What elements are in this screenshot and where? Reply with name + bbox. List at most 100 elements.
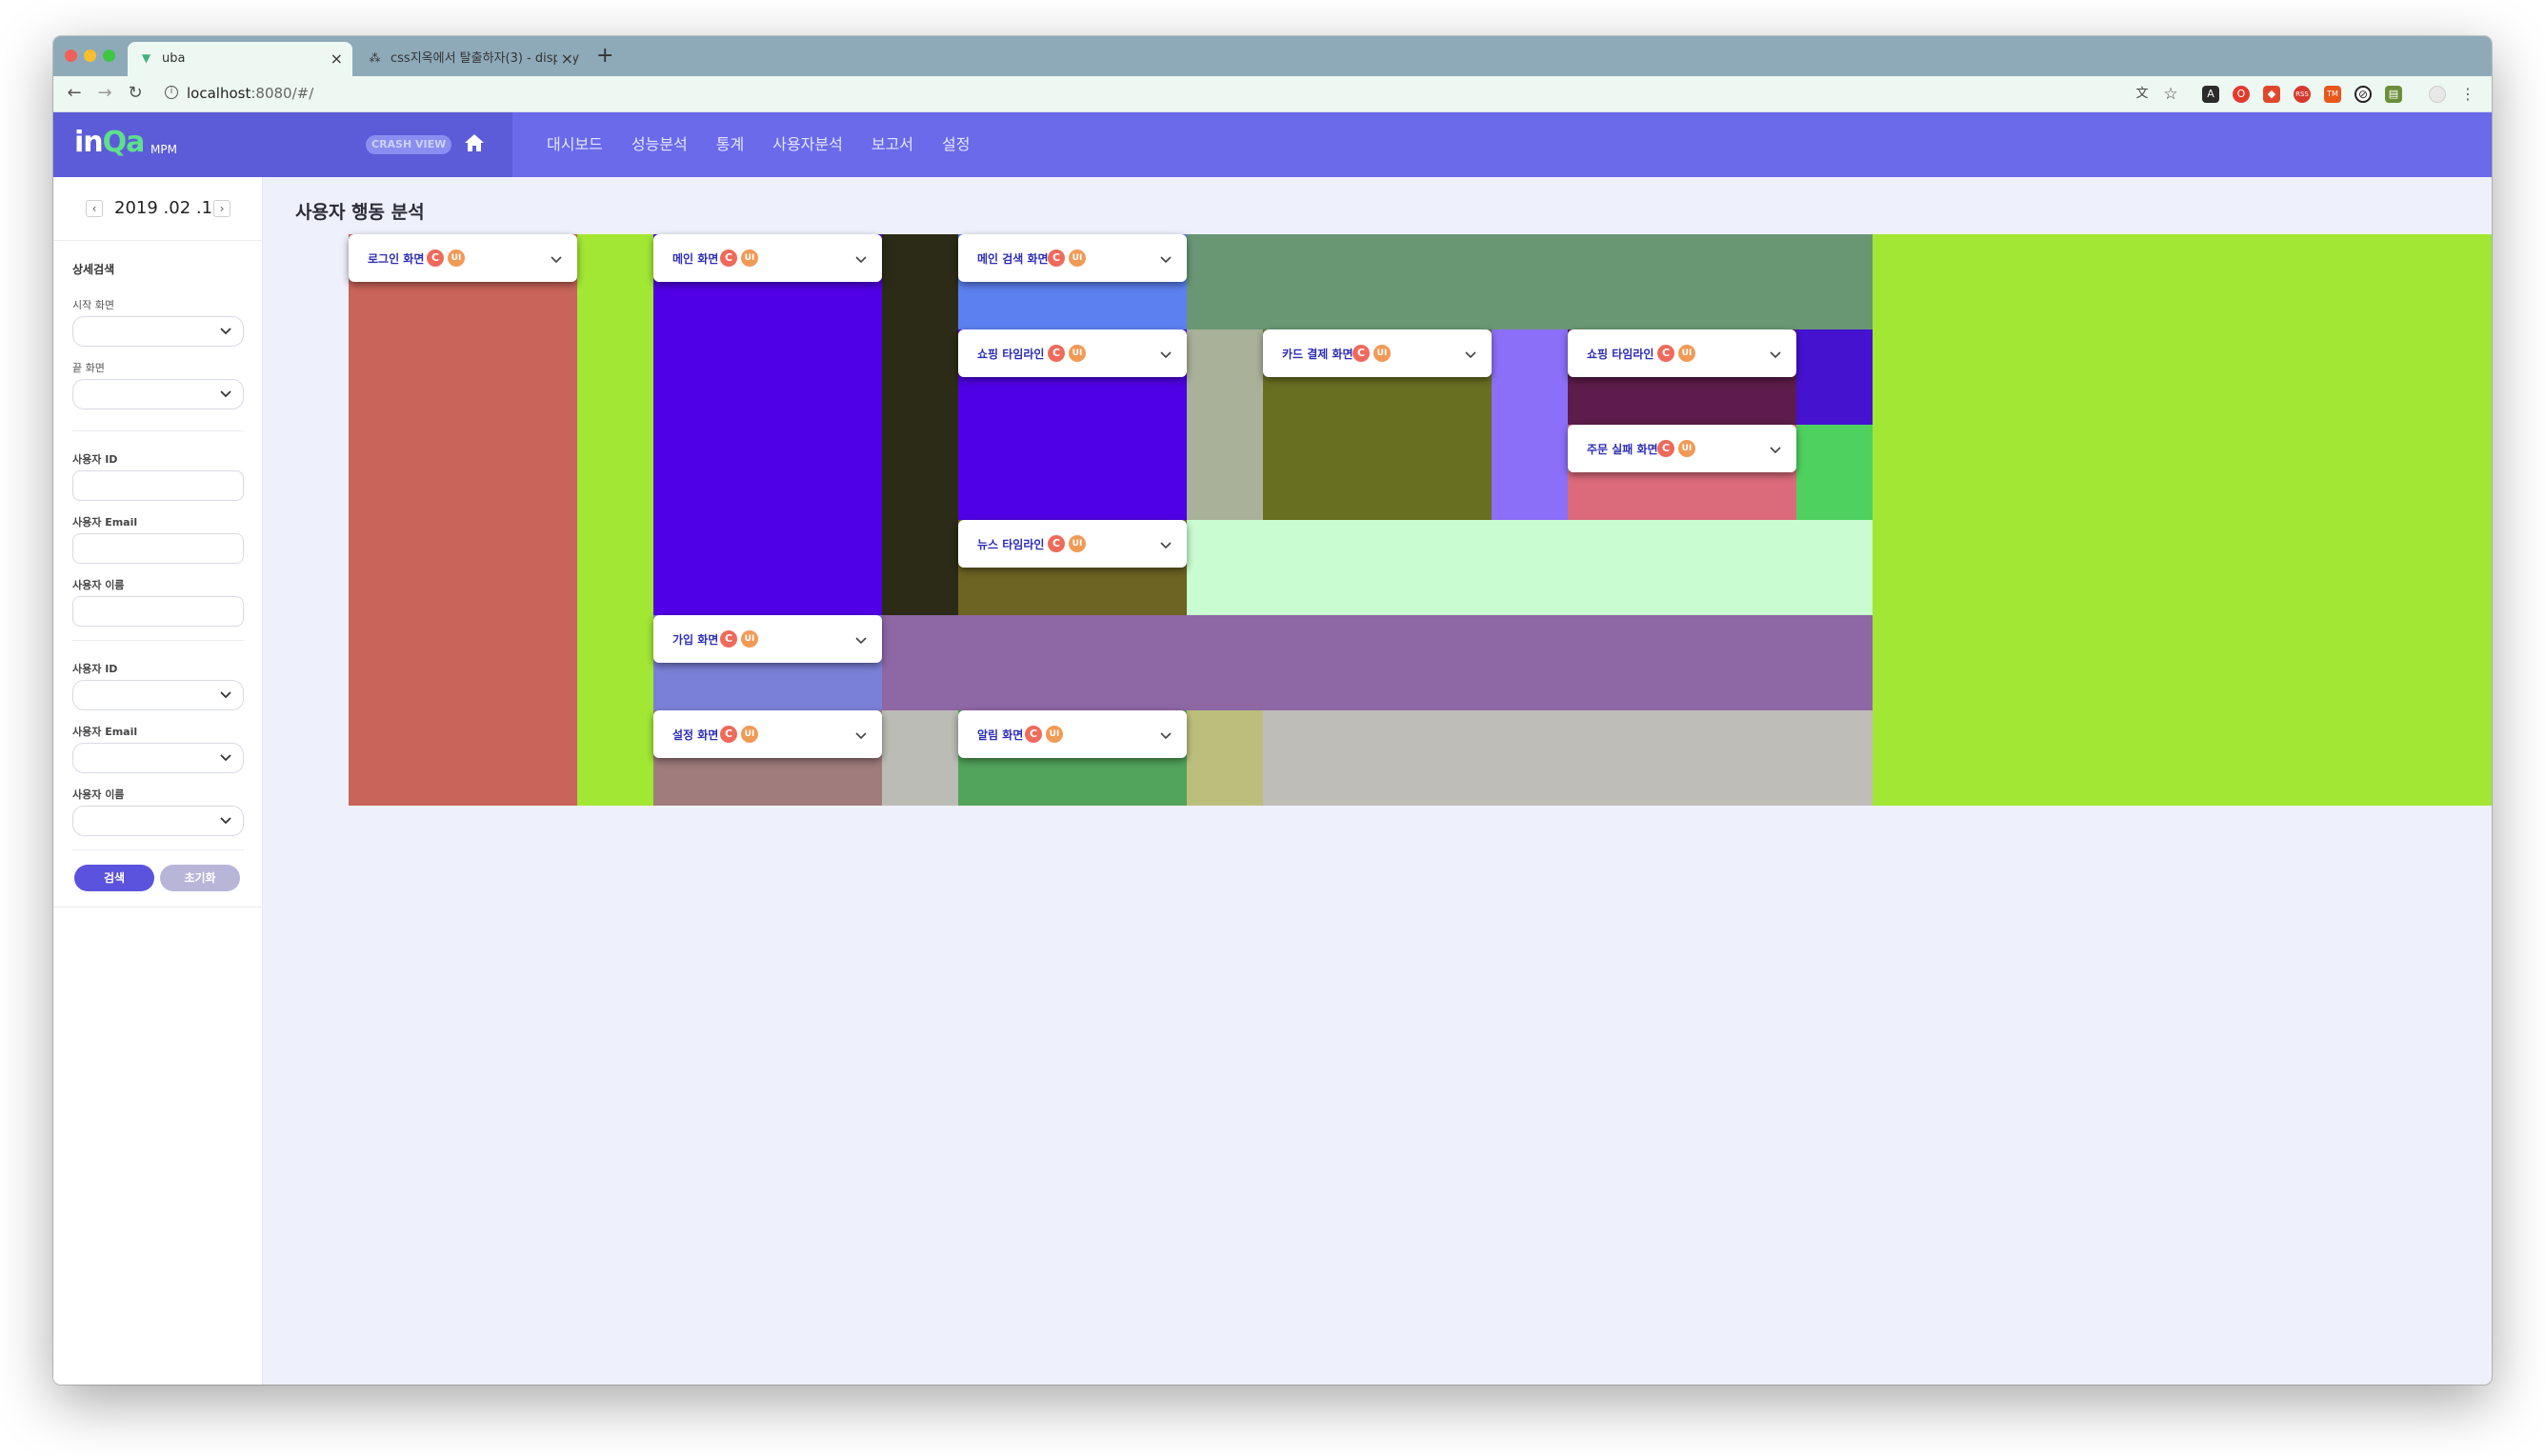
back-icon[interactable]: ← (63, 82, 86, 105)
chevron-down-icon[interactable] (853, 251, 869, 267)
app-header: inQa MPM CRASH VIEW 대시보드 성능분석 통계 사용자분석 보… (53, 112, 2492, 177)
next-date-button[interactable]: › (213, 200, 230, 217)
crash-badge[interactable]: C (1048, 345, 1065, 362)
new-tab-button[interactable]: + (596, 44, 613, 68)
extension-notes-icon[interactable]: ▤ (2385, 86, 2402, 103)
ui-badge[interactable]: UI (448, 249, 465, 267)
url-field[interactable]: localhost:8080/#/ (187, 85, 313, 102)
close-window-button[interactable] (65, 50, 77, 62)
screen-card-title: 로그인 화면 (368, 252, 425, 266)
end-screen-select[interactable] (72, 379, 244, 409)
menu-item-performance[interactable]: 성능분석 (631, 112, 688, 177)
user-name-input[interactable] (72, 596, 244, 627)
extension-opera-icon[interactable]: O (2233, 86, 2250, 103)
menu-item-user-analysis[interactable]: 사용자분석 (772, 112, 843, 177)
screen-card-shopping-timeline-2[interactable]: 쇼핑 타임라인 C UI (1568, 329, 1796, 377)
screen-card-news-timeline[interactable]: 뉴스 타임라인 C UI (958, 520, 1187, 568)
extension-pocket-icon[interactable]: RSS (2294, 86, 2311, 103)
screen-card-login[interactable]: 로그인 화면 C UI (349, 234, 577, 282)
minimize-window-button[interactable] (84, 50, 96, 62)
chevron-down-icon[interactable] (1158, 347, 1173, 362)
extension-shield-icon[interactable]: ◆ (2263, 86, 2280, 103)
screen-card-settings[interactable]: 설정 화면 C UI (653, 710, 882, 758)
chevron-down-icon[interactable] (1158, 728, 1173, 743)
user-id-label: 사용자 ID (72, 453, 118, 466)
start-screen-select[interactable] (72, 316, 244, 347)
chevron-down-icon[interactable] (549, 251, 564, 267)
chevron-down-icon[interactable] (1463, 347, 1478, 362)
chevron-down-icon (220, 754, 231, 762)
ui-badge[interactable]: UI (1678, 345, 1695, 362)
ui-badge[interactable]: UI (741, 726, 758, 743)
screen-card-card-payment[interactable]: 카드 결제 화면 C UI (1263, 329, 1492, 377)
crash-badge[interactable]: C (1048, 535, 1065, 552)
screen-card-main[interactable]: 메인 화면 C UI (653, 234, 882, 282)
search-button[interactable]: 검색 (74, 865, 154, 891)
user-email-select[interactable] (72, 743, 244, 773)
menu-item-statistics[interactable]: 통계 (716, 112, 744, 177)
flow-block (1796, 425, 1873, 520)
home-icon[interactable] (463, 131, 486, 154)
crash-badge[interactable]: C (1657, 440, 1674, 457)
user-email-label: 사용자 Email (72, 516, 138, 529)
prev-date-button[interactable]: ‹ (86, 200, 103, 217)
screen-card-main-search[interactable]: 메인 검색 화면 C UI (958, 234, 1187, 282)
browser-tab-uba[interactable]: ▼ uba × (128, 42, 352, 76)
crash-badge[interactable]: C (1657, 345, 1674, 362)
menu-item-report[interactable]: 보고서 (872, 112, 913, 177)
brand-zone: inQa MPM CRASH VIEW (53, 112, 512, 177)
reload-icon[interactable]: ↻ (124, 82, 147, 105)
ui-badge[interactable]: UI (1678, 440, 1695, 457)
ui-badge[interactable]: UI (741, 630, 758, 648)
flow-block (1187, 329, 1263, 520)
chevron-down-icon[interactable] (1768, 347, 1783, 362)
ui-badge[interactable]: UI (1069, 345, 1086, 362)
extension-1-icon[interactable]: A (2202, 86, 2219, 103)
crash-badge[interactable]: C (720, 726, 737, 743)
screen-card-notification[interactable]: 알림 화면 C UI (958, 710, 1187, 758)
chevron-down-icon[interactable] (1768, 442, 1783, 457)
maximize-window-button[interactable] (103, 50, 115, 62)
chevron-down-icon[interactable] (1158, 537, 1173, 552)
bookmark-star-icon[interactable]: ☆ (2162, 86, 2179, 103)
ui-badge[interactable]: UI (1046, 726, 1063, 743)
crash-view-toggle[interactable]: CRASH VIEW (366, 135, 452, 154)
screen-card-signup[interactable]: 가입 화면 C UI (653, 615, 882, 663)
profile-avatar[interactable] (2429, 86, 2446, 103)
user-id-input[interactable] (72, 470, 244, 501)
close-tab-icon[interactable]: × (331, 42, 343, 76)
browser-tab-css[interactable]: ⁂ css지옥에서 탈출하자(3) - display × (356, 42, 583, 76)
reset-button[interactable]: 초기화 (160, 865, 240, 891)
crash-badge[interactable]: C (720, 630, 737, 648)
info-icon[interactable]: i (165, 86, 178, 99)
forward-icon[interactable]: → (93, 82, 116, 105)
ui-badge[interactable]: UI (1069, 535, 1086, 552)
flow-block (1187, 234, 1873, 329)
crash-badge[interactable]: C (1048, 249, 1065, 267)
user-email-input[interactable] (72, 533, 244, 564)
ui-badge[interactable]: UI (1373, 345, 1391, 362)
crash-badge[interactable]: C (1025, 726, 1042, 743)
chevron-down-icon[interactable] (1158, 251, 1173, 267)
crash-badge[interactable]: C (1353, 345, 1370, 362)
user-name-select[interactable] (72, 806, 244, 836)
chrome-menu-icon[interactable]: ⋮ (2459, 86, 2476, 103)
ui-badge[interactable]: UI (741, 249, 758, 267)
menu-item-settings[interactable]: 설정 (942, 112, 970, 177)
chevron-down-icon[interactable] (853, 632, 869, 648)
screen-card-order-failure[interactable]: 주문 실패 화면 C UI (1568, 425, 1796, 472)
extension-block-icon[interactable]: ⊘ (2355, 86, 2372, 103)
close-tab-icon[interactable]: × (556, 42, 573, 76)
crash-badge[interactable]: C (427, 249, 444, 267)
crash-badge[interactable]: C (720, 249, 737, 267)
user-id-select[interactable] (72, 680, 244, 710)
screen-card-shopping-timeline[interactable]: 쇼핑 타임라인 C UI (958, 329, 1187, 377)
menu-item-dashboard[interactable]: 대시보드 (547, 112, 603, 177)
extension-rss-icon[interactable]: TM (2324, 86, 2341, 103)
date-value[interactable]: 2019 .02 .15 (114, 198, 224, 218)
chevron-down-icon[interactable] (853, 728, 869, 743)
inqa-logo[interactable]: inQa (74, 126, 145, 159)
translate-icon[interactable]: ⽂ (2134, 86, 2151, 103)
chevron-down-icon (220, 817, 231, 825)
ui-badge[interactable]: UI (1069, 249, 1086, 267)
